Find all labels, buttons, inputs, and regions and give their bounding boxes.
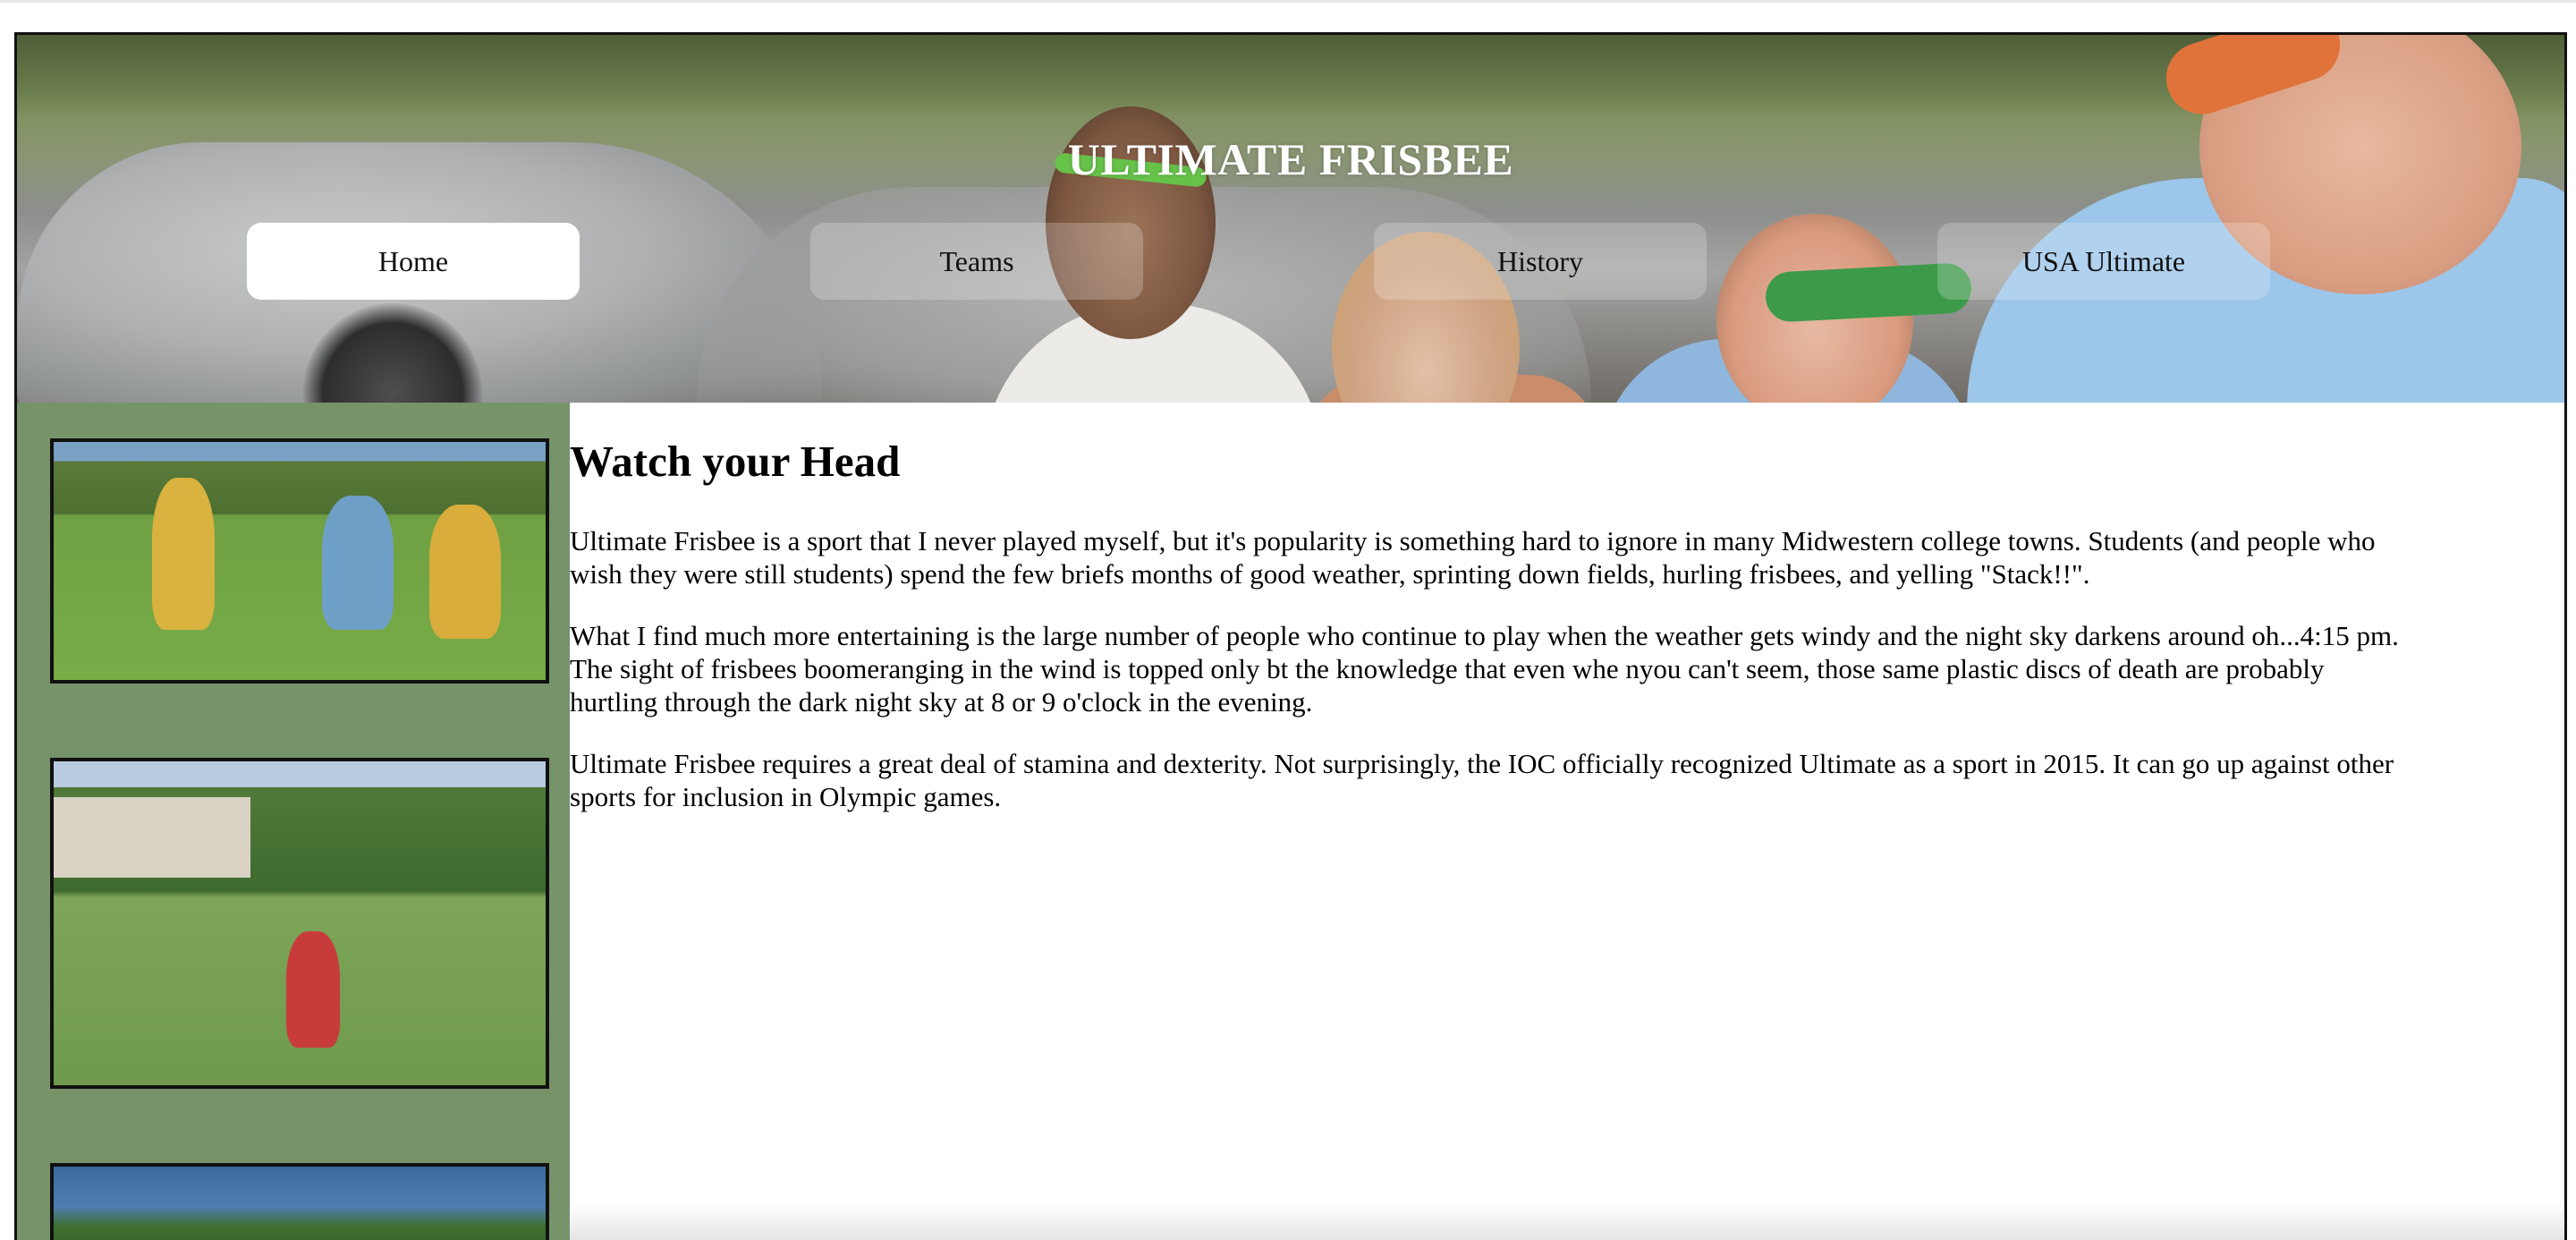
trees-photo — [50, 1163, 549, 1240]
photo-player-figure — [152, 478, 215, 630]
browser-top-edge — [0, 0, 2576, 3]
paragraph-weather: What I find much more entertaining is th… — [570, 620, 2399, 718]
sidebar — [17, 403, 570, 1240]
page-frame: ULTIMATE FRISBEE Home Teams History USA … — [14, 32, 2567, 1240]
photo-player-figure — [286, 931, 340, 1048]
frisbee-players-photo — [50, 438, 549, 684]
page-heading: Watch your Head — [570, 437, 901, 486]
photo-player-figure — [322, 496, 394, 630]
photo-player-figure — [429, 505, 501, 639]
site-title: ULTIMATE FRISBEE — [1067, 134, 1514, 184]
header-banner: ULTIMATE FRISBEE Home Teams History USA … — [17, 35, 2564, 403]
bottom-scroll-shadow — [570, 1204, 2564, 1240]
nav-history-button[interactable]: History — [1374, 223, 1707, 300]
paragraph-olympics: Ultimate Frisbee requires a great deal o… — [570, 748, 2394, 812]
photo-houses — [54, 797, 250, 878]
nav-usa-ultimate-button[interactable]: USA Ultimate — [1937, 223, 2270, 300]
nav-teams-button[interactable]: Teams — [810, 223, 1143, 300]
paragraph-intro: Ultimate Frisbee is a sport that I never… — [570, 525, 2376, 590]
frisbee-catch-photo — [50, 758, 549, 1089]
nav-home-button[interactable]: Home — [247, 223, 580, 300]
